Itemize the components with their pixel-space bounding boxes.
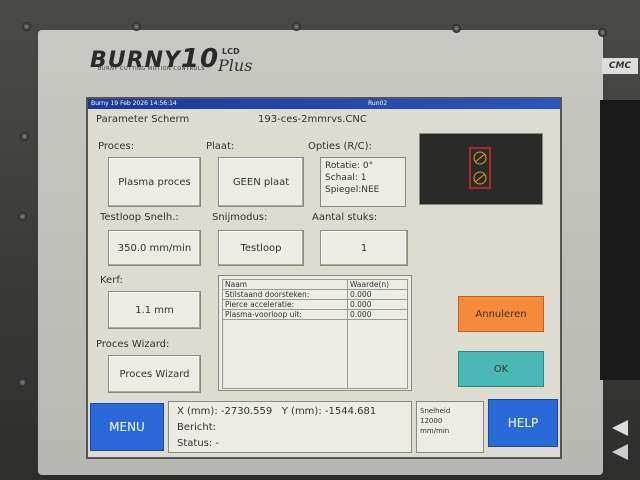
proces-wizard-label: Proces Wizard: <box>96 339 170 350</box>
table-cell-name: Pierce acceleratie: <box>222 299 348 310</box>
brand-plus: Plus <box>218 56 253 75</box>
side-tag: CMC <box>602 58 638 74</box>
screw-icon <box>20 132 29 141</box>
status-label: Status: - <box>177 438 220 449</box>
x-label: X (mm): <box>177 406 218 417</box>
opties-spiegel: Spiegel:NEE <box>325 185 380 195</box>
proces-wizard-button[interactable]: Proces Wizard <box>108 355 201 393</box>
parameter-table: Naam Waarde(n) Stilstaand doorsteken: 0.… <box>218 275 412 391</box>
titlebar: Burny 19 Feb 2026 14:56:14 Run02 <box>88 99 560 109</box>
aantal-stuks-button[interactable]: 1 <box>320 230 408 266</box>
testloop-snelh-button[interactable]: 350.0 mm/min <box>108 230 201 266</box>
brand-lcd: LCD <box>222 47 240 56</box>
snijmodus-label: Snijmodus: <box>212 212 268 223</box>
titlebar-run: Run02 <box>368 100 388 107</box>
table-empty-row <box>222 319 408 389</box>
screw-icon <box>452 24 461 33</box>
table-empty-cell <box>222 319 348 389</box>
plaat-label: Plaat: <box>206 141 235 152</box>
screw-icon <box>18 212 27 221</box>
screw-icon <box>132 22 141 31</box>
table-empty-cell <box>347 319 408 389</box>
table-cell-value: 0.000 <box>347 309 408 320</box>
y-value: -1544.681 <box>324 406 377 417</box>
speed-value: 12000 <box>420 417 443 425</box>
table-header-row: Naam Waarde(n) <box>222 279 408 290</box>
status-panel: X (mm): -2730.559 Y (mm): -1544.681 Beri… <box>168 401 412 453</box>
speed-unit: mm/min <box>420 427 450 435</box>
table-row[interactable]: Plasma-voorloop uit: 0.000 <box>222 309 408 320</box>
speed-label: Snelheid <box>420 407 451 415</box>
arrow-left-icon[interactable] <box>612 420 628 436</box>
opties-label: Opties (R/C): <box>308 141 372 152</box>
screw-icon <box>598 28 607 37</box>
annuleren-button[interactable]: Annuleren <box>458 296 544 332</box>
titlebar-datetime: Burny 19 Feb 2026 14:56:14 <box>91 100 177 107</box>
brand-tagline: BURNY CUTTING MOTION CONTROLS <box>98 66 205 72</box>
table-header-waarde: Waarde(n) <box>347 279 408 290</box>
help-button[interactable]: HELP <box>488 399 558 447</box>
snijmodus-button[interactable]: Testloop <box>218 230 304 266</box>
lcd-screen: Burny 19 Feb 2026 14:56:14 Run02 Paramet… <box>86 97 562 459</box>
screen-title: Parameter Scherm <box>96 114 190 125</box>
ok-button[interactable]: OK <box>458 351 544 387</box>
screw-icon <box>22 22 31 31</box>
table-cell-value: 0.000 <box>347 299 408 310</box>
proces-button[interactable]: Plasma proces <box>108 157 201 207</box>
screw-icon <box>18 378 27 387</box>
table-row[interactable]: Pierce acceleratie: 0.000 <box>222 299 408 310</box>
kerf-button[interactable]: 1.1 mm <box>108 291 201 329</box>
filename: 193-ces-2mmrvs.CNC <box>258 114 367 125</box>
bericht-label: Bericht: <box>177 422 217 433</box>
proces-label: Proces: <box>98 141 135 152</box>
position-readout: X (mm): -2730.559 Y (mm): -1544.681 <box>177 406 376 417</box>
x-value: -2730.559 <box>220 406 273 417</box>
menu-button[interactable]: MENU <box>90 403 164 451</box>
kerf-label: Kerf: <box>100 275 123 286</box>
arrow-left-icon[interactable] <box>612 444 628 460</box>
y-label: Y (mm): <box>281 406 322 417</box>
speed-panel: Snelheid 12000 mm/min <box>416 401 484 453</box>
table-header-naam: Naam <box>222 279 348 290</box>
table-cell-value: 0.000 <box>347 289 408 300</box>
part-preview-icon <box>469 147 491 189</box>
opties-button[interactable]: Rotatie: 0° Schaal: 1 Spiegel:NEE <box>320 157 406 207</box>
plaat-button[interactable]: GEEN plaat <box>218 157 304 207</box>
aantal-stuks-label: Aantal stuks: <box>312 212 378 223</box>
opties-rotatie: Rotatie: 0° <box>325 161 374 171</box>
table-cell-name: Stilstaand doorsteken: <box>222 289 348 300</box>
table-cell-name: Plasma-voorloop uit: <box>222 309 348 320</box>
screw-icon <box>292 22 301 31</box>
testloop-snelh-label: Testloop Snelh.: <box>100 212 179 223</box>
opties-schaal: Schaal: 1 <box>325 173 367 183</box>
part-preview <box>419 133 543 205</box>
table-row[interactable]: Stilstaand doorsteken: 0.000 <box>222 289 408 300</box>
side-bracket <box>600 100 640 380</box>
